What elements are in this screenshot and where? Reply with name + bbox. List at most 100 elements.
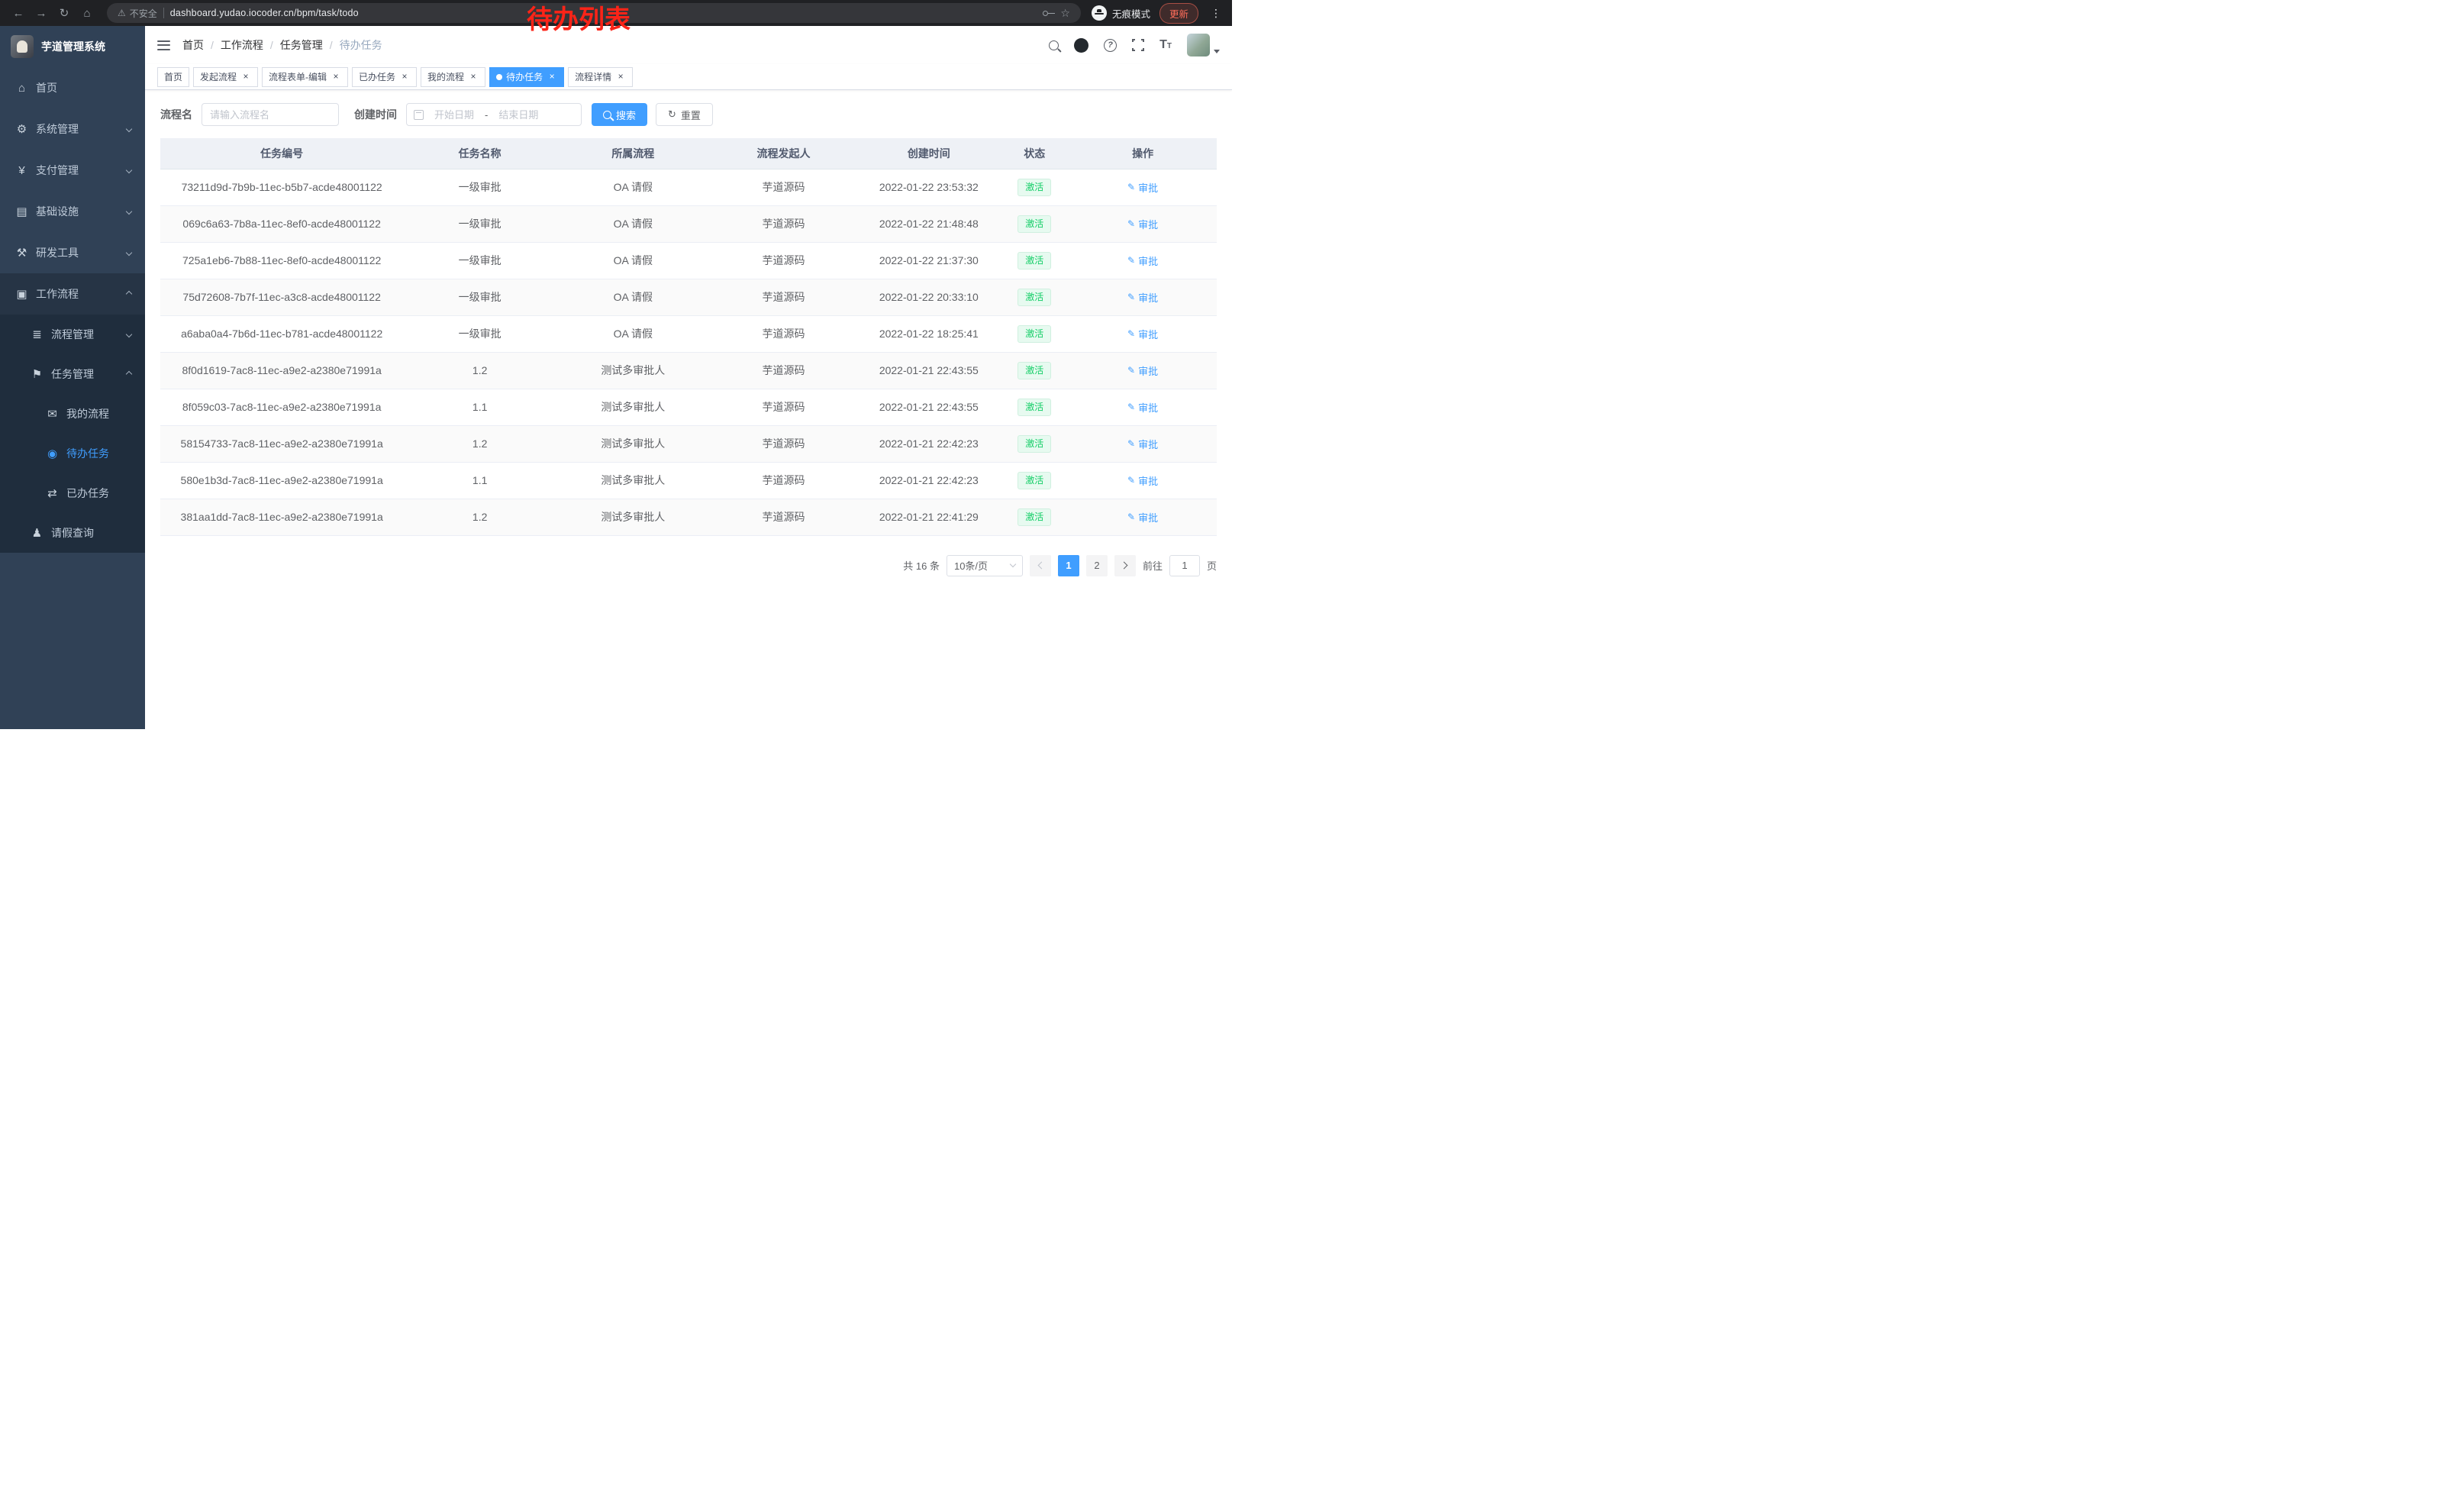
breadcrumb-item-home[interactable]: 首页 <box>182 37 204 53</box>
cell-process: 测试多审批人 <box>556 425 710 462</box>
github-icon[interactable] <box>1074 38 1088 53</box>
update-button[interactable]: 更新 <box>1159 3 1198 24</box>
close-tab-icon[interactable] <box>331 72 341 82</box>
not-secure-badge[interactable]: ⚠ 不安全 <box>118 7 157 20</box>
cell-id: 73211d9d-7b9b-11ec-b5b7-acde48001122 <box>160 169 403 205</box>
eye-icon: ◉ <box>46 447 59 460</box>
sidebar-item-payment-management[interactable]: ¥支付管理 <box>0 150 145 191</box>
sidebar-item-label: 研发工具 <box>36 245 79 260</box>
page-button-2[interactable]: 2 <box>1086 555 1108 576</box>
chevron-down-icon[interactable] <box>1214 50 1220 53</box>
approve-button[interactable]: ✎审批 <box>1127 180 1158 195</box>
avatar[interactable] <box>1187 34 1210 56</box>
tab-label: 流程表单-编辑 <box>269 70 327 83</box>
close-tab-icon[interactable] <box>399 72 410 82</box>
sidebar-item-workflow[interactable]: ▣工作流程 <box>0 273 145 315</box>
page-size-select[interactable]: 10条/页 <box>947 555 1023 576</box>
workflow-icon: ▣ <box>15 287 28 301</box>
address-bar[interactable]: ⚠ 不安全 dashboard.yudao.iocoder.cn/bpm/tas… <box>107 3 1081 23</box>
sidebar-item-todo-tasks[interactable]: ◉待办任务 <box>0 434 145 473</box>
home-icon[interactable]: ⌂ <box>76 2 98 24</box>
warning-icon: ⚠ <box>118 8 126 18</box>
sidebar-toggle[interactable] <box>157 40 170 50</box>
tab-form-edit[interactable]: 流程表单-编辑 <box>262 67 348 87</box>
tab-home[interactable]: 首页 <box>157 67 189 87</box>
search-button[interactable]: 搜索 <box>592 103 647 126</box>
tab-label: 发起流程 <box>200 70 237 83</box>
chevron-down-icon <box>126 250 132 256</box>
search-icon[interactable] <box>1049 40 1059 50</box>
fullscreen-icon[interactable] <box>1132 39 1144 51</box>
close-tab-icon[interactable] <box>547 72 557 82</box>
goto-page-input[interactable] <box>1169 555 1200 576</box>
approve-button[interactable]: ✎审批 <box>1127 510 1158 525</box>
font-size-icon[interactable] <box>1159 38 1172 52</box>
cell-process: 测试多审批人 <box>556 499 710 535</box>
cell-status: 激活 <box>1000 425 1069 462</box>
browser-menu-icon[interactable]: ⋮ <box>1208 7 1224 20</box>
sidebar-item-home[interactable]: ⌂首页 <box>0 67 145 108</box>
process-name-input[interactable] <box>202 103 339 126</box>
cell-name: 1.1 <box>403 462 556 499</box>
goto-label: 前往 <box>1143 558 1163 573</box>
reload-icon[interactable]: ↻ <box>53 2 75 24</box>
sidebar-item-infrastructure[interactable]: ▤基础设施 <box>0 191 145 232</box>
tab-my-process[interactable]: 我的流程 <box>421 67 485 87</box>
approve-button[interactable]: ✎审批 <box>1127 327 1158 341</box>
breadcrumb-item-task-management[interactable]: 任务管理 <box>280 37 323 53</box>
sidebar-item-label: 首页 <box>36 80 57 95</box>
logo-row[interactable]: 芋道管理系统 <box>0 26 145 67</box>
sidebar-item-process-management[interactable]: ≣流程管理 <box>0 315 145 354</box>
tab-start-process[interactable]: 发起流程 <box>193 67 258 87</box>
close-tab-icon[interactable] <box>240 72 251 82</box>
reset-button-label: 重置 <box>681 108 701 122</box>
edit-icon: ✎ <box>1127 402 1135 412</box>
back-icon[interactable]: ← <box>8 2 29 24</box>
forward-icon[interactable]: → <box>31 2 52 24</box>
sidebar-item-system-management[interactable]: ⚙系统管理 <box>0 108 145 150</box>
user-menu[interactable] <box>1187 34 1220 56</box>
bookmark-star-icon[interactable]: ☆ <box>1060 7 1070 20</box>
close-tab-icon[interactable] <box>615 72 626 82</box>
cell-name: 1.2 <box>403 425 556 462</box>
end-date-input[interactable] <box>492 109 544 121</box>
cell-process: 测试多审批人 <box>556 352 710 389</box>
start-date-input[interactable] <box>428 109 480 121</box>
sidebar-item-leave-query[interactable]: ♟请假查询 <box>0 513 145 553</box>
sidebar-item-my-process[interactable]: ✉我的流程 <box>0 394 145 434</box>
approve-button[interactable]: ✎审批 <box>1127 253 1158 268</box>
breadcrumb-item-workflow[interactable]: 工作流程 <box>221 37 263 53</box>
close-tab-icon[interactable] <box>468 72 479 82</box>
sidebar-item-label: 任务管理 <box>51 366 94 382</box>
approve-button[interactable]: ✎审批 <box>1127 290 1158 305</box>
password-key-icon[interactable] <box>1043 11 1048 16</box>
cell-initiator: 芋道源码 <box>710 169 858 205</box>
not-secure-label: 不安全 <box>130 7 157 20</box>
cell-status: 激活 <box>1000 279 1069 315</box>
approve-label: 审批 <box>1138 363 1158 378</box>
approve-button[interactable]: ✎审批 <box>1127 437 1158 451</box>
approve-button[interactable]: ✎审批 <box>1127 473 1158 488</box>
help-icon[interactable] <box>1104 39 1117 52</box>
table-row: 8f059c03-7ac8-11ec-a9e2-a2380e71991a1.1测… <box>160 389 1217 425</box>
cell-created: 2022-01-21 22:43:55 <box>857 389 1000 425</box>
approve-button[interactable]: ✎审批 <box>1127 217 1158 231</box>
page-button-1[interactable]: 1 <box>1058 555 1079 576</box>
cell-initiator: 芋道源码 <box>710 352 858 389</box>
sidebar-item-done-tasks[interactable]: ⇄已办任务 <box>0 473 145 513</box>
cell-id: 381aa1dd-7ac8-11ec-a9e2-a2380e71991a <box>160 499 403 535</box>
prev-page-button[interactable] <box>1030 555 1051 576</box>
next-page-button[interactable] <box>1114 555 1136 576</box>
cell-name: 1.1 <box>403 389 556 425</box>
reset-button[interactable]: ↻ 重置 <box>656 103 713 126</box>
tab-done-tasks[interactable]: 已办任务 <box>352 67 417 87</box>
date-range-picker[interactable]: - <box>406 103 582 126</box>
sidebar-item-dev-tools[interactable]: ⚒研发工具 <box>0 232 145 273</box>
tab-todo-tasks[interactable]: 待办任务 <box>489 67 564 87</box>
sidebar-item-task-management[interactable]: ⚑任务管理 <box>0 354 145 394</box>
cell-process: OA 请假 <box>556 169 710 205</box>
tab-process-detail[interactable]: 流程详情 <box>568 67 633 87</box>
cell-id: a6aba0a4-7b6d-11ec-b781-acde48001122 <box>160 315 403 352</box>
approve-button[interactable]: ✎审批 <box>1127 363 1158 378</box>
approve-button[interactable]: ✎审批 <box>1127 400 1158 415</box>
